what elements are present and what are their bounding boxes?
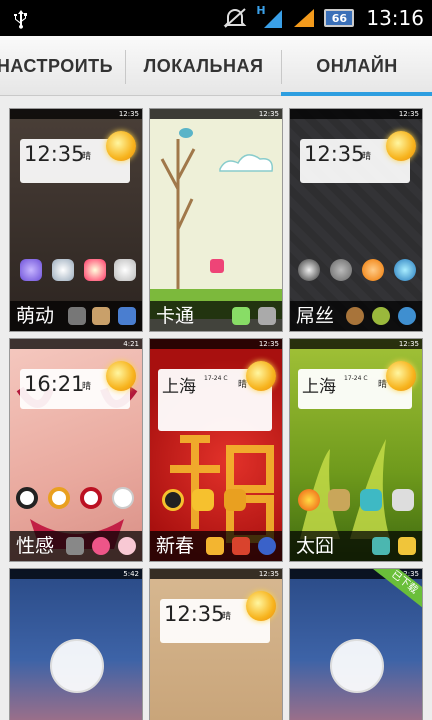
widget-clock: 16:21	[24, 372, 85, 396]
analog-clock-widget	[330, 639, 384, 693]
apps-icon	[346, 307, 364, 325]
analog-clock-widget	[50, 639, 104, 693]
widget-condition: 晴	[222, 612, 232, 622]
messages-icon	[372, 537, 390, 555]
browser-icon	[118, 307, 136, 325]
theme-name: 卡通	[156, 305, 195, 327]
theme-card-9[interactable]: 12:35 已下载	[289, 568, 423, 720]
settings-app-icon	[330, 259, 352, 281]
theme-card-taijiong[interactable]: 12:35 上海 17-24 C 晴 太囧	[289, 338, 423, 562]
battery-level: 66	[331, 11, 348, 25]
messages-icon	[372, 307, 390, 325]
preview-status-bar: 12:35	[290, 109, 422, 119]
cartoon-tree-illustration	[150, 128, 282, 319]
preview-status-bar: 12:35	[150, 109, 282, 119]
widget-condition: 晴	[82, 152, 92, 162]
theme-tabs: НАСТРОИТЬ ЛОКАЛЬНАЯ ОНЛАЙН	[0, 36, 432, 96]
widget-temperature: 17-24 C	[344, 375, 368, 382]
theme-card-7[interactable]: 5:42	[9, 568, 143, 720]
gallery-app-icon	[192, 489, 214, 511]
theme-caption-bar: 太囧	[290, 531, 422, 561]
widget-clock: 12:35	[304, 142, 365, 166]
music-app-icon	[224, 489, 246, 511]
theme-card-xinggan[interactable]: 4:21 16:21 晴 性感	[9, 338, 143, 562]
theme-name: 新春	[156, 535, 195, 557]
sun-icon	[246, 361, 276, 391]
theme-caption-bar: 卡通	[150, 301, 282, 331]
tab-customize[interactable]: НАСТРОИТЬ	[0, 36, 124, 96]
fox-app-icon	[362, 259, 384, 281]
music-app-icon	[80, 487, 102, 509]
clock-app-icon	[394, 259, 416, 281]
settings-app-icon	[52, 259, 74, 281]
clock-app-icon	[114, 259, 136, 281]
widget-temperature: 17-24 C	[204, 375, 228, 382]
theme-card-katong[interactable]: 12:35 卡通	[149, 108, 283, 332]
apps-icon	[68, 307, 86, 325]
preview-status-bar: 5:42	[10, 569, 142, 579]
messages-icon	[92, 307, 110, 325]
widget-condition: 晴	[82, 382, 92, 392]
status-time: 13:16	[366, 6, 424, 30]
theme-name: 萌动	[16, 305, 55, 327]
apps-icon	[66, 537, 84, 555]
sun-icon	[106, 131, 136, 161]
theme-name: 性感	[16, 535, 55, 557]
sun-icon	[246, 591, 276, 621]
theme-caption-bar: 萌动	[10, 301, 142, 331]
widget-clock: 12:35	[164, 602, 225, 626]
theme-card-mengdong[interactable]: 12:35 12:35 晴 萌动	[9, 108, 143, 332]
messages-icon	[232, 537, 250, 555]
preview-status-bar: 12:35	[10, 109, 142, 119]
theme-grid: 12:35 12:35 晴 萌动 12:35 卡通 12:35 12:35 晴 …	[0, 96, 432, 720]
tab-online[interactable]: ОНЛАЙН	[282, 36, 432, 96]
messages-icon	[92, 537, 110, 555]
theme-card-8[interactable]: 12:35 12:35 晴	[149, 568, 283, 720]
chrome-app-icon	[298, 489, 320, 511]
usb-icon	[14, 10, 27, 29]
camera-app-icon	[16, 487, 38, 509]
browser-icon	[398, 307, 416, 325]
camera-app-icon	[20, 259, 42, 281]
preview-status-bar: 12:35	[150, 569, 282, 579]
ball-app-icon	[298, 259, 320, 281]
camera-icon	[210, 259, 224, 273]
tab-local[interactable]: ЛОКАЛЬНАЯ	[126, 36, 281, 96]
mute-icon	[223, 8, 247, 28]
status-bar: H 66 13:16	[0, 0, 432, 36]
theme-caption-bar: 新春	[150, 531, 282, 561]
preview-status-bar: 4:21	[10, 339, 142, 349]
messages-icon	[258, 307, 276, 325]
theme-name: 太囧	[296, 535, 335, 557]
preview-status-bar: 12:35	[150, 339, 282, 349]
contacts-app-icon	[328, 489, 350, 511]
widget-condition: 晴	[362, 152, 372, 162]
clock-app-icon	[112, 487, 134, 509]
theme-caption-bar: 性感	[10, 531, 142, 561]
gallery-app-icon	[48, 487, 70, 509]
browser-icon	[118, 537, 136, 555]
apps-icon	[206, 537, 224, 555]
widget-city: 上海	[302, 377, 336, 397]
theme-caption-bar: 屌丝	[290, 301, 422, 331]
theme-name: 屌丝	[296, 305, 335, 327]
mail-app-icon	[360, 489, 382, 511]
gallery-app-icon	[84, 259, 106, 281]
widget-city: 上海	[162, 377, 196, 397]
sun-icon	[386, 361, 416, 391]
camera-app-icon	[162, 489, 184, 511]
mobile-signal-icon: H	[256, 4, 284, 30]
signal-strength-icon	[294, 9, 315, 27]
theme-card-diaosi[interactable]: 12:35 12:35 晴 屌丝	[289, 108, 423, 332]
apps-icon	[232, 307, 250, 325]
preview-status-bar: 12:35	[290, 339, 422, 349]
files-app-icon	[392, 489, 414, 511]
browser-icon	[258, 537, 276, 555]
battery-indicator: 66	[324, 9, 355, 27]
theme-card-xinchun[interactable]: 12:35 上海 17-24 C 晴 新春	[149, 338, 283, 562]
widget-clock: 12:35	[24, 142, 85, 166]
camera-icon	[398, 537, 416, 555]
sun-icon	[386, 131, 416, 161]
sun-icon	[106, 361, 136, 391]
